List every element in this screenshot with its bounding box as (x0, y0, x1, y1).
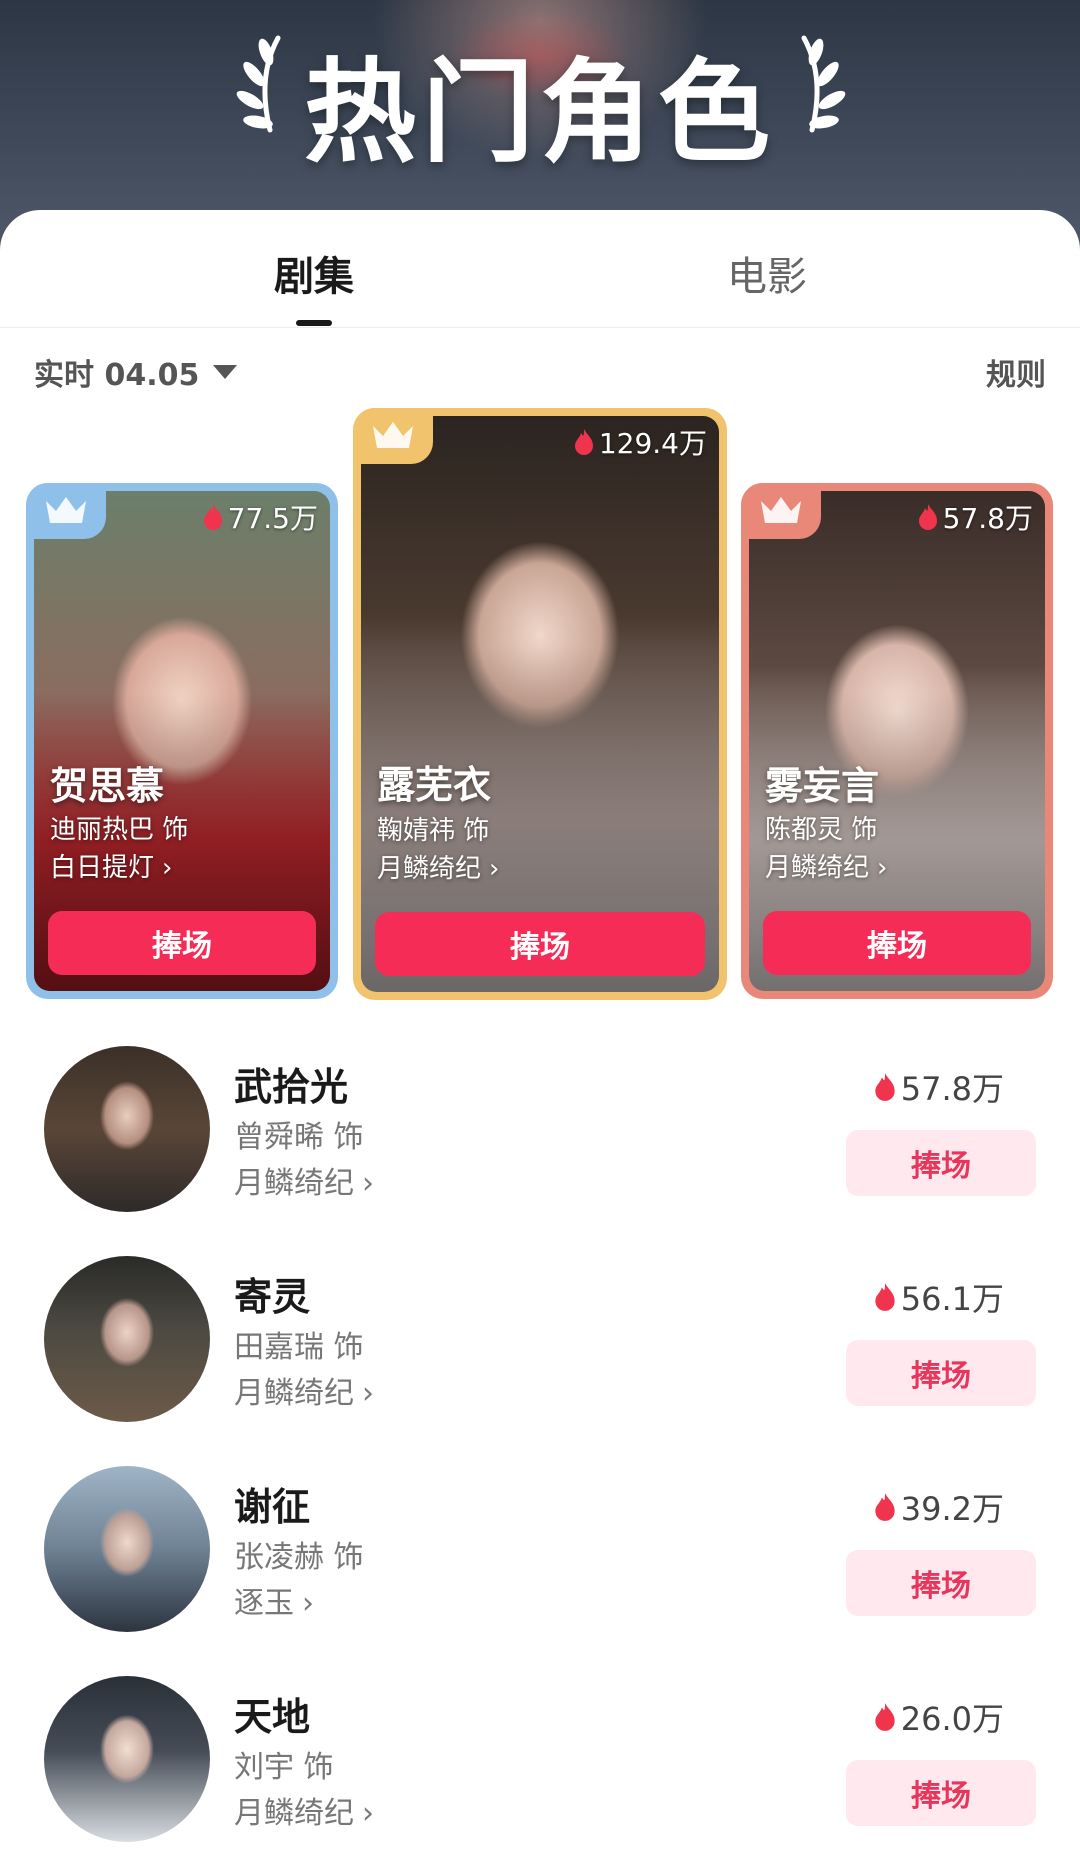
heat-count: 57.8万 (917, 497, 1033, 537)
heat-count: 57.8万 (873, 1064, 1004, 1110)
flame-icon (203, 504, 222, 530)
rank-badge (353, 408, 433, 464)
rank-badge (26, 483, 106, 539)
avatar[interactable] (44, 1676, 210, 1842)
actor-credit: 鞠婧祎 饰 (377, 816, 490, 846)
cheer-button[interactable]: 捧场 (763, 911, 1031, 975)
heat-count: 26.0万 (873, 1694, 1004, 1740)
chevron-right-icon: › (362, 1796, 374, 1831)
tab-bar: 剧集 电影 (0, 210, 1080, 328)
character-name: 贺思慕 (50, 764, 165, 808)
show-link[interactable]: 月鳞绮纪 › (377, 848, 499, 885)
date-filter-dropdown[interactable]: 实时 04.05 (34, 350, 238, 394)
cheer-button[interactable]: 捧场 (375, 912, 705, 976)
show-link[interactable]: 月鳞绮纪 › (234, 1788, 374, 1832)
list-item[interactable]: 武拾光 曾舜晞 饰 月鳞绮纪 › 57.8万 捧场 (0, 1046, 1080, 1236)
flame-icon (875, 1703, 895, 1731)
top-card-rank-1[interactable]: 129.4万 露芜衣 鞠婧祎 饰 月鳞绮纪 › 捧场 (353, 408, 727, 1000)
show-link[interactable]: 月鳞绮纪 › (234, 1368, 374, 1412)
chevron-right-icon: › (877, 853, 888, 883)
show-link[interactable]: 逐玉 › (234, 1578, 314, 1622)
chevron-right-icon: › (162, 853, 173, 883)
chevron-right-icon: › (362, 1376, 374, 1411)
crown-icon (761, 497, 801, 523)
character-name: 露芜衣 (377, 763, 492, 807)
list-item[interactable]: 谢征 张凌赫 饰 逐玉 › 39.2万 捧场 (0, 1466, 1080, 1656)
date-filter-label: 实时 04.05 (34, 358, 200, 393)
laurel-right-icon (801, 35, 846, 133)
character-name: 雾妄言 (765, 764, 880, 808)
actor-credit: 刘宇 饰 (234, 1750, 334, 1785)
heat-count: 129.4万 (573, 422, 707, 462)
chevron-right-icon: › (302, 1586, 314, 1621)
show-link[interactable]: 月鳞绮纪 › (234, 1158, 374, 1202)
heat-count: 56.1万 (873, 1274, 1004, 1320)
tab-series[interactable]: 剧集 (274, 244, 354, 302)
show-link[interactable]: 白日提灯 › (50, 847, 172, 884)
character-name: 谢征 (234, 1485, 311, 1529)
heat-count: 77.5万 (202, 497, 318, 537)
flame-icon (918, 504, 937, 530)
avatar[interactable] (44, 1046, 210, 1212)
cheer-button[interactable]: 捧场 (846, 1130, 1036, 1196)
actor-credit: 迪丽热巴 饰 (50, 815, 189, 845)
character-name: 寄灵 (234, 1275, 311, 1319)
cheer-button[interactable]: 捧场 (846, 1340, 1036, 1406)
flame-icon (875, 1493, 895, 1521)
character-name: 天地 (234, 1695, 311, 1739)
actor-credit: 曾舜晞 饰 (234, 1120, 364, 1155)
flame-icon (875, 1283, 895, 1311)
page-title: 热门角色 (304, 48, 776, 178)
list-item[interactable]: 天地 刘宇 饰 月鳞绮纪 › 26.0万 捧场 (0, 1676, 1080, 1856)
rules-link[interactable]: 规则 (986, 350, 1046, 394)
heat-count: 39.2万 (873, 1484, 1004, 1530)
actor-credit: 田嘉瑞 饰 (234, 1330, 364, 1365)
list-item[interactable]: 寄灵 田嘉瑞 饰 月鳞绮纪 › 56.1万 捧场 (0, 1256, 1080, 1446)
tab-active-indicator (296, 320, 332, 326)
cheer-button[interactable]: 捧场 (846, 1760, 1036, 1826)
flame-icon (875, 1073, 895, 1101)
character-photo (361, 416, 719, 992)
character-name: 武拾光 (234, 1065, 349, 1109)
top-card-rank-3[interactable]: 57.8万 雾妄言 陈都灵 饰 月鳞绮纪 › 捧场 (741, 483, 1053, 999)
rank-badge (741, 483, 821, 539)
top-card-rank-2[interactable]: 77.5万 贺思慕 迪丽热巴 饰 白日提灯 › 捧场 (26, 483, 338, 999)
chevron-right-icon: › (489, 854, 500, 884)
flame-icon (574, 429, 593, 455)
caret-down-icon (213, 365, 238, 379)
tab-movies[interactable]: 电影 (727, 244, 807, 302)
cheer-button[interactable]: 捧场 (846, 1550, 1036, 1616)
chevron-right-icon: › (362, 1166, 374, 1201)
cheer-button[interactable]: 捧场 (48, 911, 316, 975)
show-link[interactable]: 月鳞绮纪 › (765, 847, 887, 884)
avatar[interactable] (44, 1256, 210, 1422)
crown-icon (373, 422, 413, 448)
actor-credit: 张凌赫 饰 (234, 1540, 364, 1575)
actor-credit: 陈都灵 饰 (765, 815, 878, 845)
avatar[interactable] (44, 1466, 210, 1632)
crown-icon (46, 497, 86, 523)
